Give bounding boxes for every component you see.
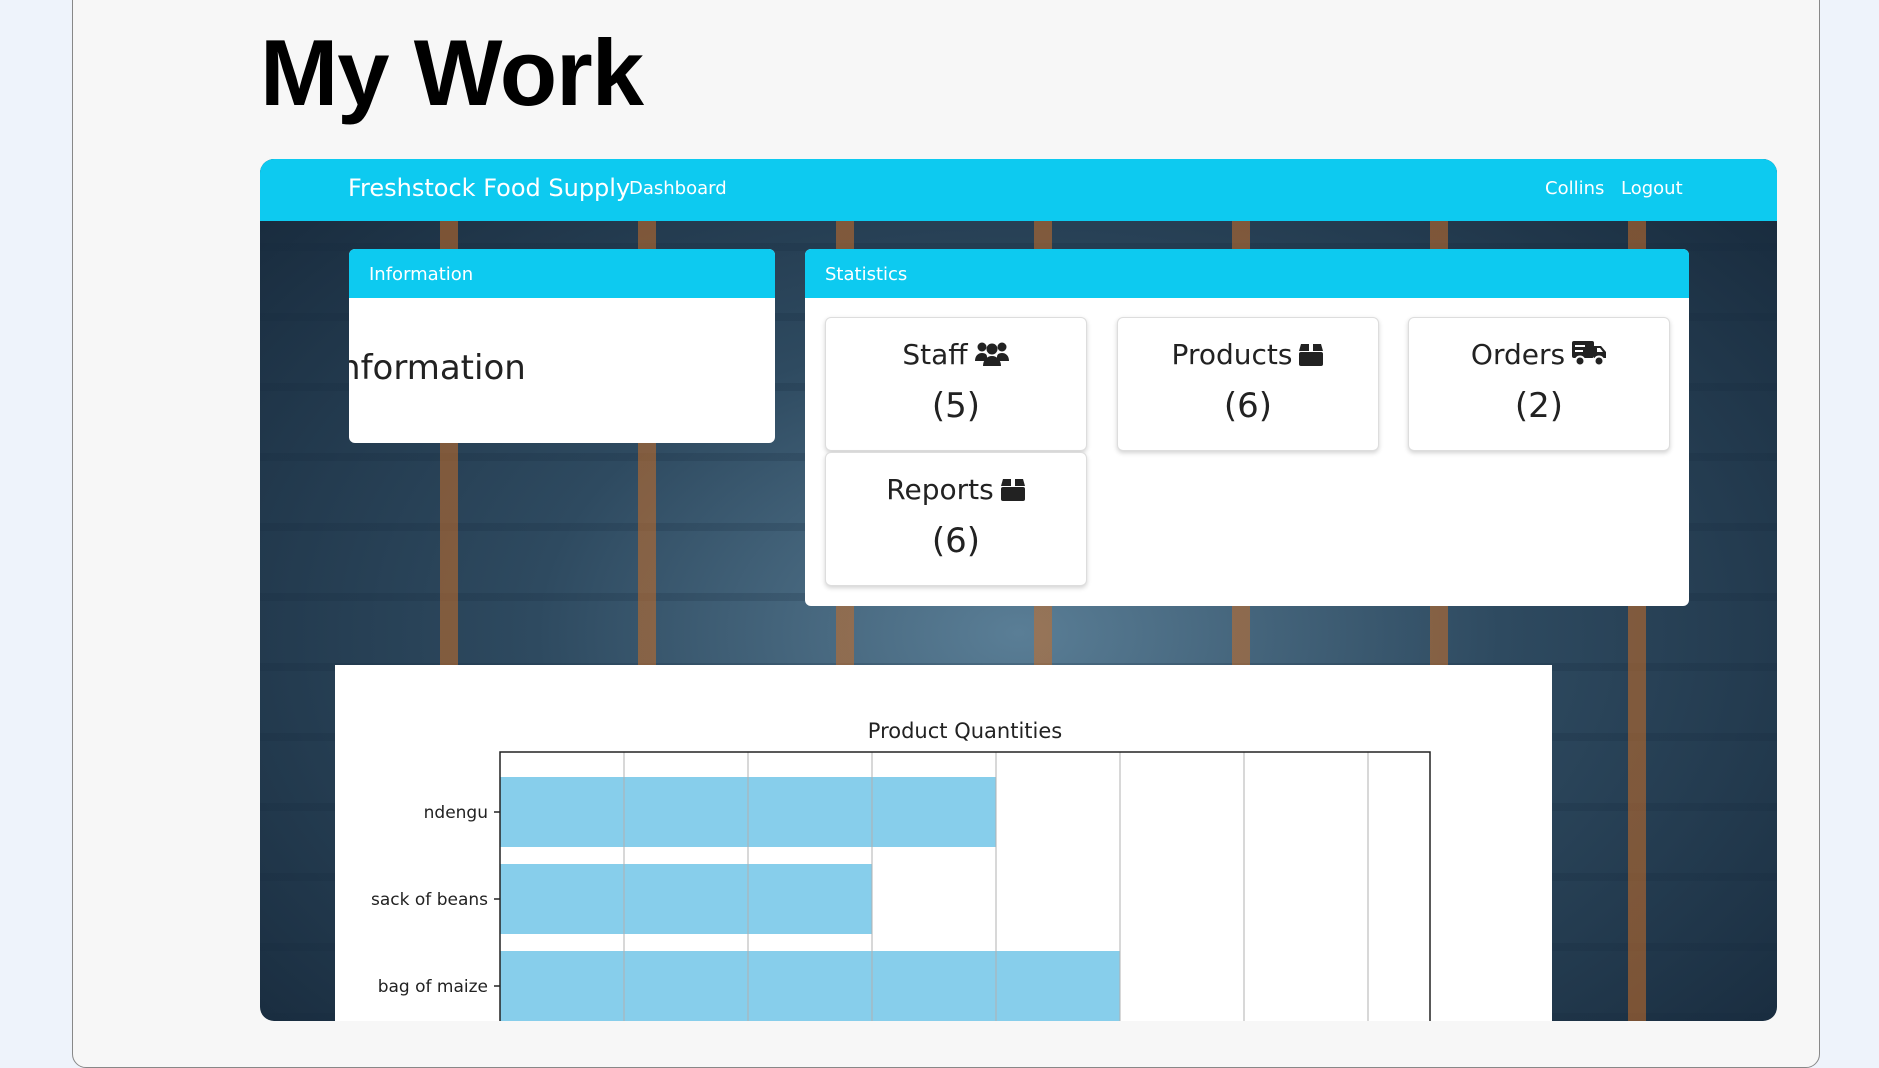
information-marquee-text: Information xyxy=(349,348,526,388)
slide-background: My Work Freshstock Food Supply Dashboard… xyxy=(72,0,1820,1068)
stat-reports-count: (6) xyxy=(931,521,981,561)
stat-reports-label: Reports xyxy=(886,473,994,506)
bar-2 xyxy=(500,951,1120,1021)
stat-staff[interactable]: Staff (5) xyxy=(825,317,1087,451)
stat-reports[interactable]: Reports (6) xyxy=(825,452,1087,586)
box-icon xyxy=(1299,344,1324,366)
stat-orders[interactable]: Orders (2) xyxy=(1408,317,1670,451)
ytick-label-1: sack of beans xyxy=(371,890,488,910)
product-quantities-chart: Product Quantities ndengu sack of beans bag… xyxy=(335,665,1552,1021)
statistics-card: Statistics Staff (5) Products (6) Orders… xyxy=(805,249,1689,606)
nav-user-link[interactable]: Collins xyxy=(1545,178,1604,199)
ytick-label-2: bag of maize xyxy=(378,977,488,997)
information-card-header: Information xyxy=(349,249,775,298)
app-screenshot-frame: Freshstock Food Supply Dashboard Collins… xyxy=(260,159,1777,1021)
information-card: Information Information xyxy=(349,249,775,443)
chart-title: Product Quantities xyxy=(868,719,1062,743)
stat-products-label: Products xyxy=(1171,338,1293,371)
nav-logout-link[interactable]: Logout xyxy=(1621,178,1683,199)
stat-orders-count: (2) xyxy=(1514,386,1564,426)
stat-staff-count: (5) xyxy=(931,386,981,426)
users-icon xyxy=(974,342,1009,366)
page-title: My Work xyxy=(260,20,644,125)
bar-1 xyxy=(500,864,872,934)
navbar-brand[interactable]: Freshstock Food Supply xyxy=(348,174,630,202)
nav-dashboard-link[interactable]: Dashboard xyxy=(629,178,727,199)
ytick-label-0: ndengu xyxy=(424,803,488,823)
stat-products-count: (6) xyxy=(1223,386,1273,426)
stat-orders-label: Orders xyxy=(1470,338,1566,371)
statistics-card-header: Statistics xyxy=(805,249,1689,298)
stat-products[interactable]: Products (6) xyxy=(1117,317,1379,451)
box-icon xyxy=(1000,479,1025,501)
chart-svg: Product Quantities ndengu sack of beans bag… xyxy=(371,719,1431,1021)
stat-staff-label: Staff xyxy=(902,338,968,371)
truck-icon xyxy=(1572,341,1607,367)
navbar: Freshstock Food Supply Dashboard Collins… xyxy=(260,159,1777,221)
information-card-body: Information xyxy=(349,348,775,388)
